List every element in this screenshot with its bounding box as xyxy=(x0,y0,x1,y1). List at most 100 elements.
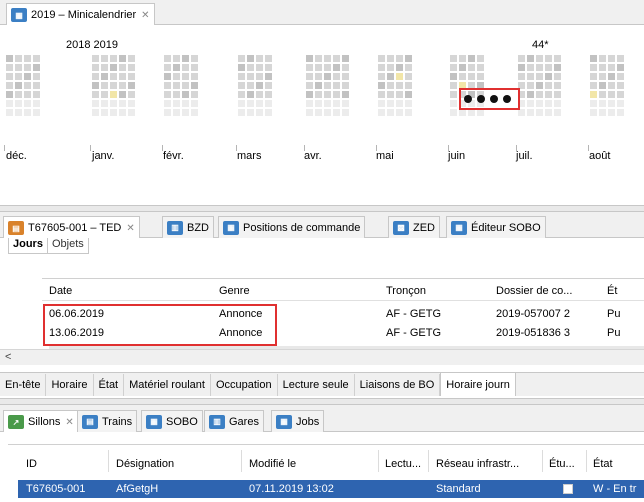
calendar-day[interactable] xyxy=(315,73,322,80)
calendar-day[interactable] xyxy=(247,100,254,107)
calendar-day[interactable] xyxy=(92,109,99,116)
calendar-day[interactable] xyxy=(24,55,31,62)
calendar-day[interactable] xyxy=(599,64,606,71)
calendar-day[interactable] xyxy=(256,82,263,89)
calendar-day[interactable] xyxy=(101,82,108,89)
calendar-day[interactable] xyxy=(518,73,525,80)
calendar-day[interactable] xyxy=(265,82,272,89)
calendar-day[interactable] xyxy=(182,82,189,89)
calendar-day[interactable] xyxy=(182,109,189,116)
calendar-day[interactable] xyxy=(387,82,394,89)
calendar-day[interactable] xyxy=(405,64,412,71)
calendar-day[interactable] xyxy=(378,55,385,62)
calendar-day[interactable] xyxy=(333,91,340,98)
calendar-day[interactable] xyxy=(315,82,322,89)
calendar-day[interactable] xyxy=(182,73,189,80)
calendar-day[interactable] xyxy=(101,91,108,98)
calendar-day[interactable] xyxy=(315,64,322,71)
calendar-day[interactable] xyxy=(527,91,534,98)
calendar-day[interactable] xyxy=(590,91,597,98)
calendar-day[interactable] xyxy=(182,55,189,62)
calendar-day[interactable] xyxy=(15,55,22,62)
calendar-day[interactable] xyxy=(24,91,31,98)
calendar-day[interactable] xyxy=(164,64,171,71)
calendar-day[interactable] xyxy=(256,55,263,62)
calendar-day[interactable] xyxy=(396,91,403,98)
calendar-day[interactable] xyxy=(119,100,126,107)
calendar-day[interactable] xyxy=(256,109,263,116)
calendar-day[interactable] xyxy=(265,109,272,116)
calendar-day[interactable] xyxy=(265,91,272,98)
scroll-left-icon[interactable]: < xyxy=(5,351,11,363)
calendar-day[interactable] xyxy=(247,55,254,62)
calendar-day[interactable] xyxy=(599,55,606,62)
calendar-day[interactable] xyxy=(24,109,31,116)
calendar-day[interactable] xyxy=(342,64,349,71)
calendar-day[interactable] xyxy=(33,100,40,107)
calendar-day[interactable] xyxy=(545,64,552,71)
calendar-day[interactable] xyxy=(306,82,313,89)
calendar-day[interactable] xyxy=(6,109,13,116)
calendar-day[interactable] xyxy=(238,100,245,107)
calendar-day[interactable] xyxy=(6,73,13,80)
tab-bzd[interactable]: ▥ BZD xyxy=(162,216,214,238)
calendar-day[interactable] xyxy=(6,100,13,107)
calendar-day[interactable] xyxy=(324,91,331,98)
calendar-day[interactable] xyxy=(33,91,40,98)
calendar-day[interactable] xyxy=(128,109,135,116)
calendar-day[interactable] xyxy=(396,100,403,107)
tab-sobo[interactable]: ▦ SOBO xyxy=(141,410,203,432)
horizontal-scrollbar[interactable]: < xyxy=(0,349,644,365)
column-header-lecture[interactable]: Lectu... xyxy=(385,458,421,470)
calendar-day[interactable] xyxy=(119,55,126,62)
subtab-etat[interactable]: État xyxy=(94,374,125,396)
calendar-day[interactable] xyxy=(238,55,245,62)
calendar-day[interactable] xyxy=(256,64,263,71)
calendar-day[interactable] xyxy=(617,100,624,107)
calendar-day[interactable] xyxy=(599,82,606,89)
calendar-day[interactable] xyxy=(378,73,385,80)
calendar-day[interactable] xyxy=(101,109,108,116)
calendar-day[interactable] xyxy=(342,55,349,62)
calendar-day[interactable] xyxy=(396,55,403,62)
calendar-day[interactable] xyxy=(405,100,412,107)
tab-jours[interactable]: Jours xyxy=(9,238,47,253)
calendar-day[interactable] xyxy=(608,91,615,98)
calendar-day[interactable] xyxy=(333,64,340,71)
calendar-day[interactable] xyxy=(173,73,180,80)
calendar-day[interactable] xyxy=(173,55,180,62)
calendar-day[interactable] xyxy=(24,73,31,80)
calendar-day[interactable] xyxy=(342,109,349,116)
calendar-day[interactable] xyxy=(617,64,624,71)
calendar-day[interactable] xyxy=(182,64,189,71)
calendar-day[interactable] xyxy=(110,64,117,71)
calendar-day[interactable] xyxy=(238,82,245,89)
calendar-day[interactable] xyxy=(450,109,457,116)
close-icon[interactable]: ✕ xyxy=(65,417,73,428)
subtab-liaisons[interactable]: Liaisons de BO xyxy=(355,374,441,396)
calendar-day[interactable] xyxy=(590,100,597,107)
calendar-day[interactable] xyxy=(173,109,180,116)
calendar-day[interactable] xyxy=(527,73,534,80)
calendar-day[interactable] xyxy=(191,64,198,71)
calendar-day[interactable] xyxy=(378,91,385,98)
calendar-day[interactable] xyxy=(92,55,99,62)
calendar-day[interactable] xyxy=(545,100,552,107)
calendar-day[interactable] xyxy=(15,73,22,80)
column-header-designation[interactable]: Désignation xyxy=(116,458,174,470)
calendar-day[interactable] xyxy=(247,109,254,116)
calendar-day[interactable] xyxy=(164,91,171,98)
tab-objets[interactable]: Objets xyxy=(46,238,88,253)
calendar-day[interactable] xyxy=(518,55,525,62)
calendar-day[interactable] xyxy=(536,73,543,80)
column-header-genre[interactable]: Genre xyxy=(219,285,250,297)
etude-checkbox[interactable] xyxy=(563,484,573,494)
close-icon[interactable]: ✕ xyxy=(141,10,149,21)
calendar-day[interactable] xyxy=(24,100,31,107)
calendar-day[interactable] xyxy=(405,82,412,89)
calendar-day[interactable] xyxy=(387,64,394,71)
tab-ted[interactable]: ▤ T67605-001 – TED ✕ xyxy=(3,216,140,239)
calendar-day[interactable] xyxy=(599,100,606,107)
calendar-day[interactable] xyxy=(608,82,615,89)
calendar-day[interactable] xyxy=(527,100,534,107)
